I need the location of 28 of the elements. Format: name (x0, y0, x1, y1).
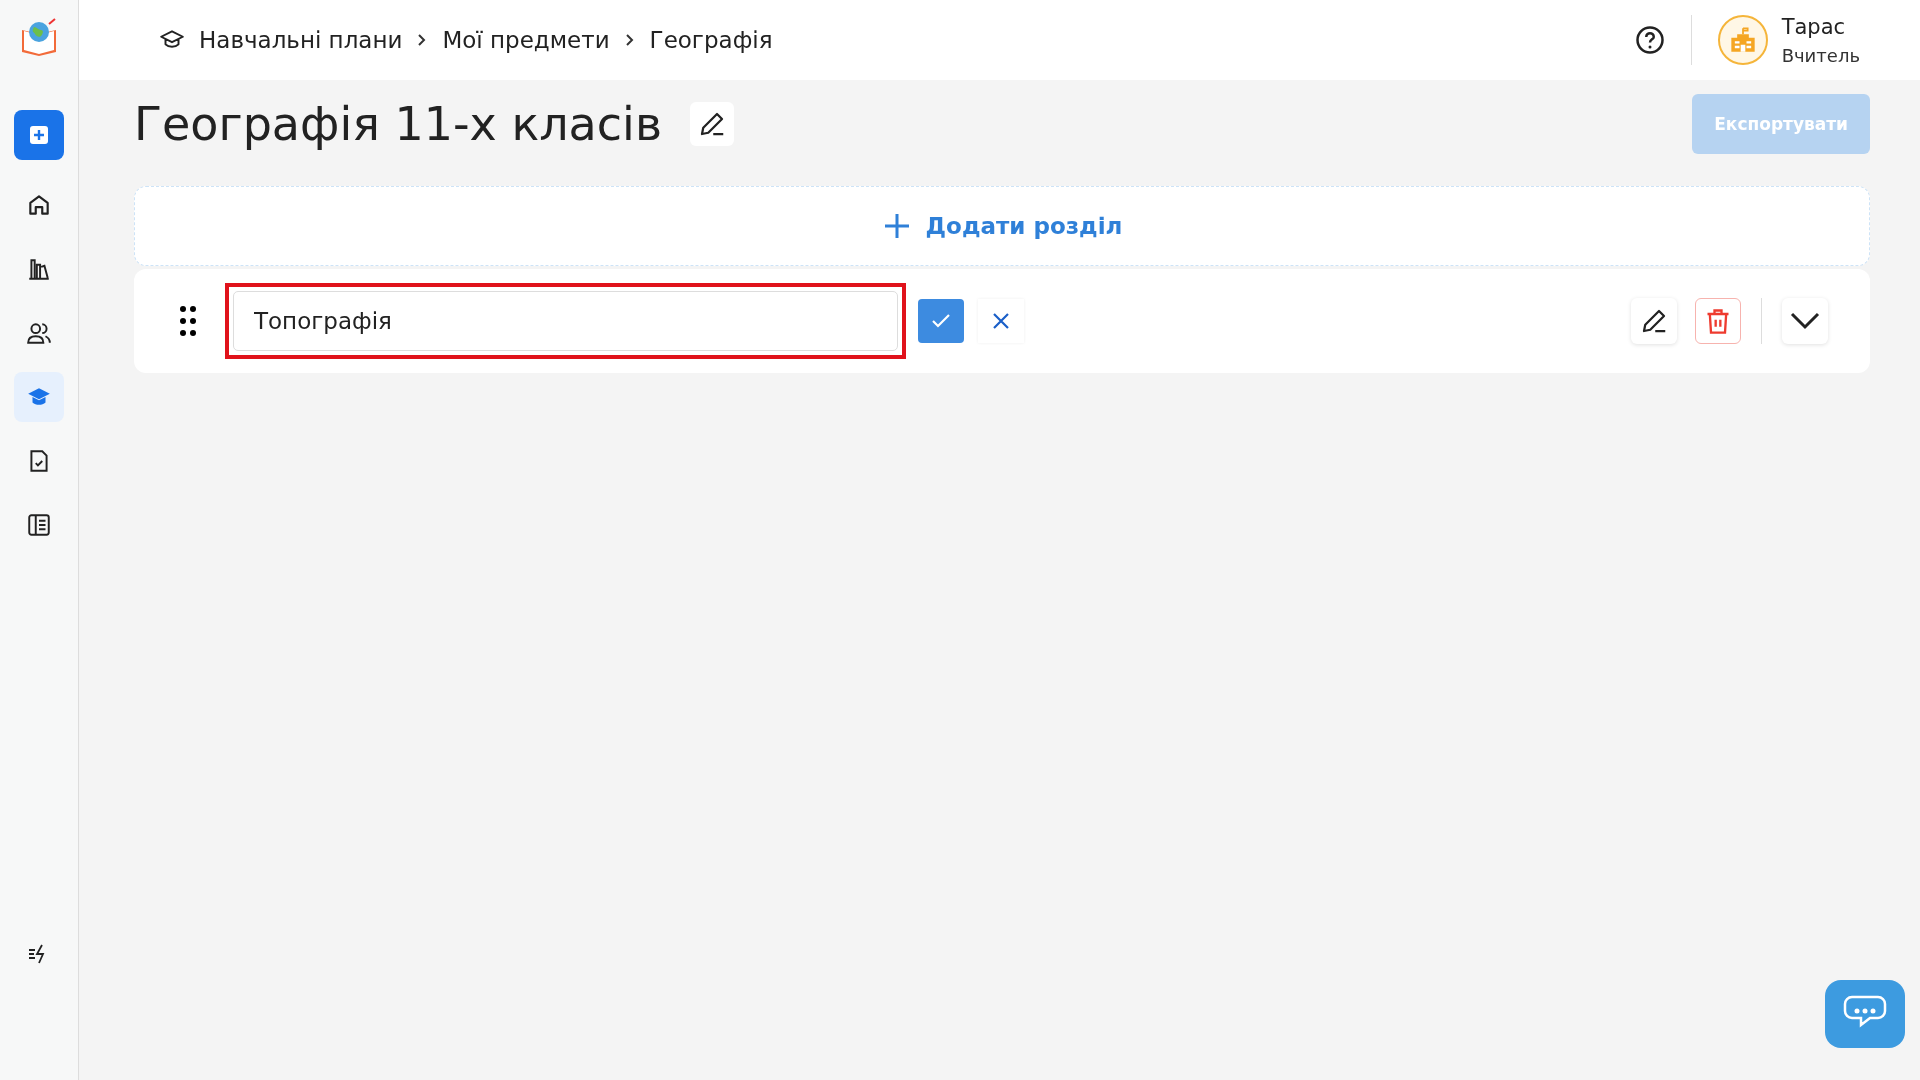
help-icon[interactable] (1634, 25, 1665, 55)
chevron-right-icon (623, 33, 636, 47)
breadcrumb-link[interactable]: Мої предмети (442, 27, 610, 53)
close-icon (992, 312, 1010, 330)
school-icon (1728, 26, 1757, 54)
expand-button[interactable] (1782, 298, 1828, 344)
page-title: Географія 11-х класів (134, 97, 662, 151)
add-section-button[interactable]: Додати розділ (134, 186, 1870, 266)
cancel-button[interactable] (978, 299, 1024, 343)
journal-icon (26, 512, 52, 538)
cap-nav-item[interactable] (14, 372, 64, 422)
add-button[interactable] (14, 110, 64, 160)
edit-button[interactable] (1631, 298, 1677, 344)
user-name: Тарас (1781, 14, 1847, 39)
edit-title-button[interactable] (690, 102, 734, 146)
user-role: Вчитель (1781, 44, 1860, 66)
users-icon (26, 320, 52, 346)
breadcrumb-link[interactable]: Навчальні плани (199, 27, 403, 53)
chevron-down-icon (1790, 312, 1820, 330)
delete-button[interactable] (1695, 298, 1741, 344)
home-icon (26, 192, 52, 218)
drag-handle-icon[interactable] (179, 305, 197, 337)
books-icon (26, 256, 52, 282)
breadcrumb-link[interactable]: Географія (649, 27, 773, 53)
confirm-button[interactable] (918, 299, 964, 343)
section-name-field[interactable]: Топографія (225, 283, 906, 359)
chat-button[interactable] (1825, 980, 1905, 1048)
plus-icon (30, 126, 48, 144)
